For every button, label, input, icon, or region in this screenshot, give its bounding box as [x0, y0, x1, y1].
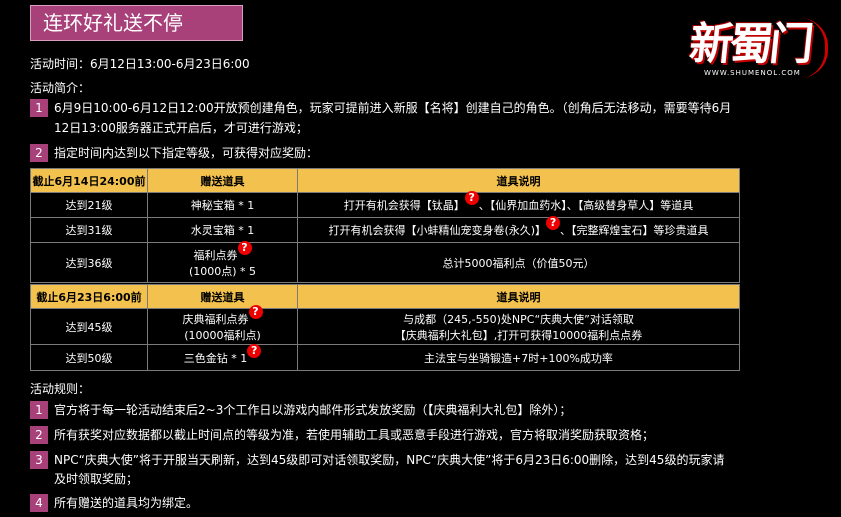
rule-text: 官方将于每一轮活动结束后2~3个工作日以游戏内邮件形式发放奖励（【庆典福利大礼包… [54, 403, 572, 417]
header-deadline: 截止6月23日6:00前 [30, 284, 148, 309]
intro-item-text-cont: 12日13:00服务器正式开启后，才可进行游戏； [54, 121, 308, 135]
rule-text: 所有赠送的道具均为绑定。 [54, 496, 199, 510]
help-icon[interactable]: ? [546, 216, 561, 230]
logo-decoration [800, 18, 828, 78]
logo-text: 新蜀门 [686, 19, 813, 70]
table-row: 达到31级 水灵宝箱 * 1 打开有机会获得【小蚌精仙宠变身卷(永久)】?、【完… [30, 216, 740, 243]
header-description: 道具说明 [297, 168, 740, 193]
gift-cell: 福利点券? (1000点) * 5 [147, 240, 298, 283]
level-cell: 达到45级 [30, 308, 148, 345]
help-icon[interactable]: ? [247, 343, 262, 358]
gift-cell: 三色金钻 * 1? [147, 343, 298, 371]
level-cell: 达到50级 [30, 344, 148, 371]
table-row: 达到50级 三色金钻 * 1? 主法宝与坐骑锻造+7时+100%成功率 [30, 343, 740, 371]
rule-text-cont: 及时领取奖励； [54, 472, 139, 486]
logo-url: WWW.SHUMENOL.COM [704, 69, 801, 77]
rule-number: 2 [30, 426, 48, 444]
gift-cell: 神秘宝箱 * 1 [147, 192, 298, 218]
table-row: 达到36级 福利点券? (1000点) * 5 总计5000福利点（价值50元） [30, 240, 740, 283]
level-cell: 达到36级 [30, 242, 148, 283]
header-gift: 赠送道具 [147, 168, 298, 193]
table-header-row: 截止6月14日24:00前 赠送道具 道具说明 [30, 168, 740, 193]
game-logo[interactable]: 新蜀门 WWW.SHUMENOL.COM [686, 8, 830, 86]
table-row: 达到21级 神秘宝箱 * 1 打开有机会获得【钛晶】?、【仙界加血药水】、【高级… [30, 191, 740, 218]
help-icon[interactable]: ? [237, 240, 252, 255]
gift-cell: 庆典福利点券? (10000福利点) [147, 304, 298, 345]
intro-item-number: 2 [30, 144, 48, 162]
header-gift: 赠送道具 [147, 284, 298, 309]
header-description: 道具说明 [297, 284, 740, 309]
description-cell: 主法宝与坐骑锻造+7时+100%成功率 [297, 344, 740, 371]
rule-number: 3 [30, 451, 48, 469]
level-cell: 达到31级 [30, 217, 148, 243]
level-cell: 达到21级 [30, 192, 148, 218]
description-cell: 与成都（245,-550)处NPC“庆典大使”对话领取 【庆典福利大礼包】,打开可… [297, 308, 740, 345]
help-icon[interactable]: ? [464, 191, 479, 205]
rule-text: NPC“庆典大使”将于开服当天刷新，达到45级即可对话领取奖励，NPC“庆典大使… [54, 453, 725, 467]
rule-number: 1 [30, 401, 48, 419]
intro-item-text: 6月9日10:00-6月12日12:00开放预创建角色，玩家可提前进入新服【名将… [54, 101, 732, 115]
page-title: 连环好礼送不停 [30, 5, 243, 41]
rules-heading: 活动规则： [30, 382, 91, 396]
rule-number: 4 [30, 494, 48, 512]
intro-heading: 活动简介： [30, 81, 91, 95]
reward-table-2: 截止6月23日6:00前 赠送道具 道具说明 达到45级 庆典福利点券? (100… [30, 284, 740, 371]
gift-cell: 水灵宝箱 * 1 [147, 217, 298, 243]
activity-time: 活动时间：6月12日13:00-6月23日6:00 [30, 57, 250, 71]
reward-table-1: 截止6月14日24:00前 赠送道具 道具说明 达到21级 神秘宝箱 * 1 打… [30, 168, 740, 283]
table-header-row: 截止6月23日6:00前 赠送道具 道具说明 [30, 284, 740, 309]
intro-item-text: 指定时间内达到以下指定等级，可获得对应奖励： [54, 146, 319, 160]
description-cell: 打开有机会获得【小蚌精仙宠变身卷(永久)】?、【完整辉煌宝石】等珍贵道具 [297, 216, 740, 243]
description-cell: 打开有机会获得【钛晶】?、【仙界加血药水】、【高级替身草人】等道具 [297, 191, 740, 218]
table-row: 达到45级 庆典福利点券? (10000福利点) 与成都（245,-550)处NP… [30, 304, 740, 345]
header-deadline: 截止6月14日24:00前 [30, 168, 148, 193]
help-icon[interactable]: ? [248, 304, 263, 319]
description-cell: 总计5000福利点（价值50元） [297, 242, 740, 283]
intro-item-number: 1 [30, 99, 48, 117]
rule-text: 所有获奖对应数据都以截止时间点的等级为准，若使用辅助工具或恶意手段进行游戏，官方… [54, 428, 655, 442]
